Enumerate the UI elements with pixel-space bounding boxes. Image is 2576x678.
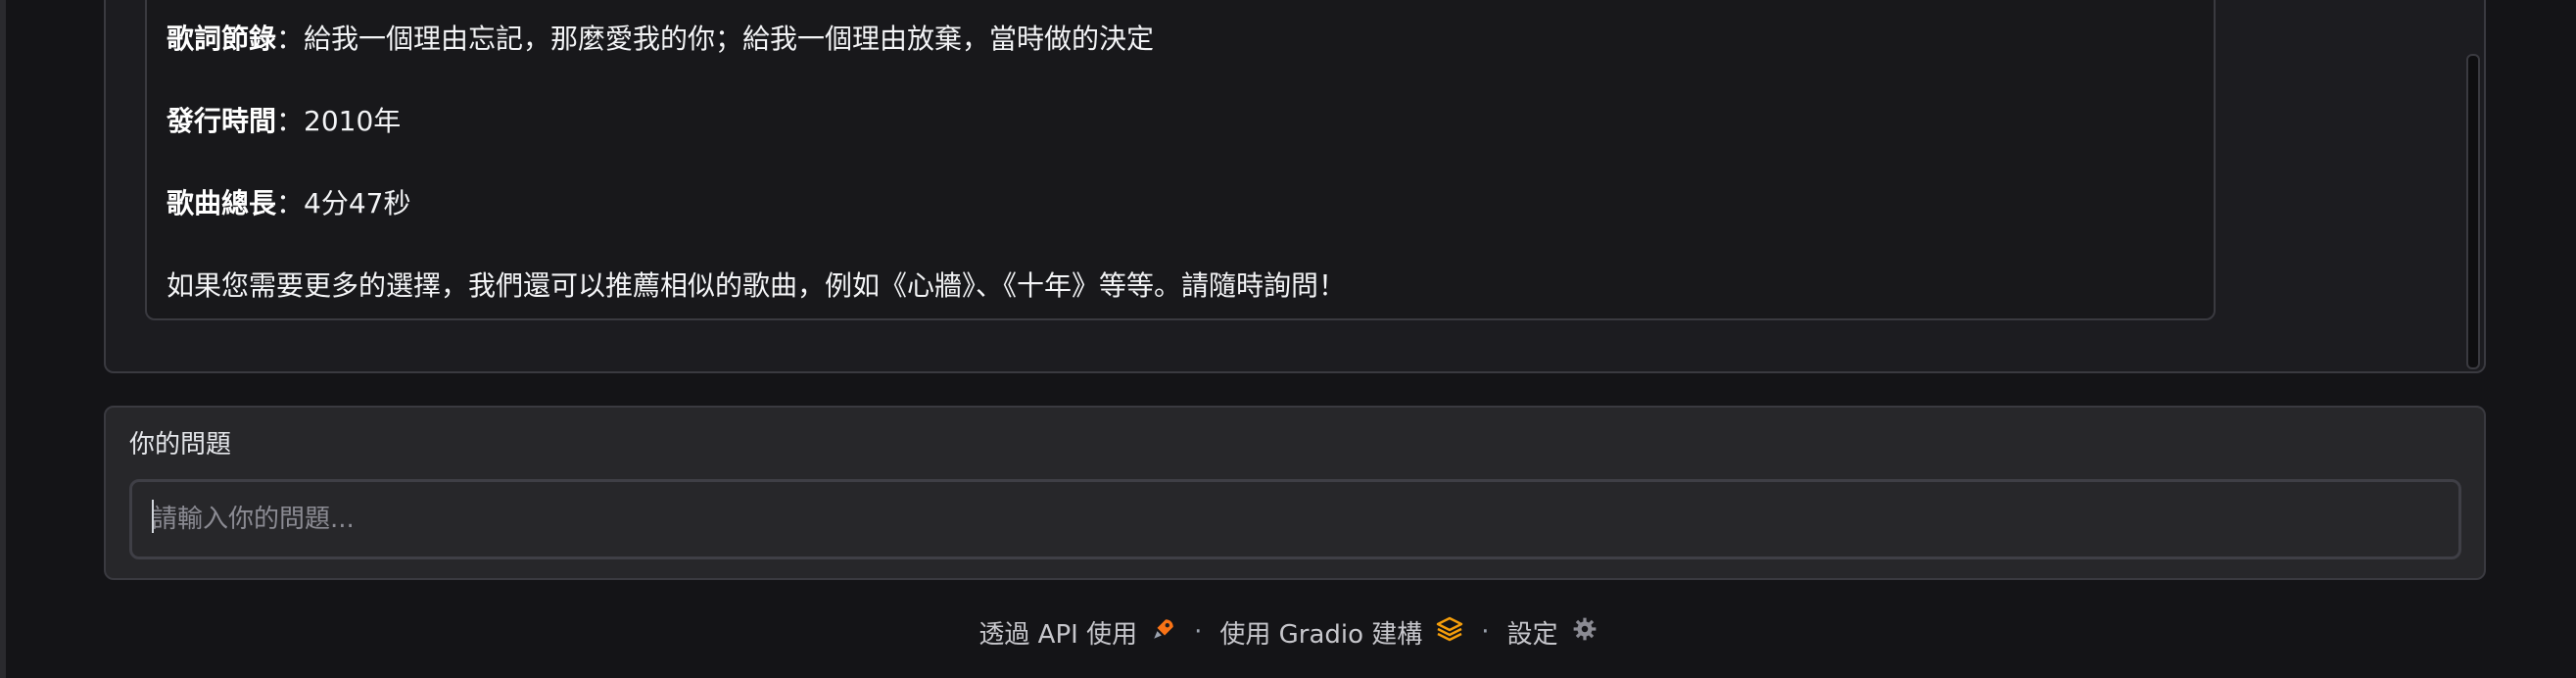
gear-icon <box>1572 616 1598 649</box>
api-link[interactable]: 透過 API 使用 <box>978 614 1176 651</box>
rocket-icon <box>1151 616 1176 649</box>
release-text: 2010年 <box>304 105 402 137</box>
gradio-logo-icon <box>1436 616 1463 649</box>
gradio-link-label: 使用 Gradio 建構 <box>1219 619 1423 650</box>
footer-separator-2: · <box>1481 617 1490 647</box>
question-input[interactable] <box>129 479 2461 559</box>
closing-line: 如果您需要更多的選擇，我們還可以推薦相似的歌曲，例如《心牆》、《十年》等等。請隨… <box>167 269 1347 302</box>
lyrics-label: 歌詞節錄 <box>167 23 277 55</box>
settings-link[interactable]: 設定 <box>1507 614 1598 651</box>
gradio-link[interactable]: 使用 Gradio 建構 <box>1219 614 1463 651</box>
lyrics-text: 給我一個理由忘記，那麼愛我的你；給我一個理由放棄，當時做的決定 <box>304 23 1155 55</box>
left-edge-bar <box>0 0 6 678</box>
settings-link-label: 設定 <box>1506 619 1558 650</box>
question-label: 你的問題 <box>129 430 232 460</box>
duration-text: 4分47秒 <box>304 187 411 219</box>
footer: 透過 API 使用 · 使用 Gradio 建構 · 設定 <box>0 609 2576 654</box>
text-caret <box>152 500 154 533</box>
chat-scrollbar[interactable] <box>2466 54 2480 369</box>
release-line: 發行時間：2010年 <box>167 102 401 141</box>
duration-sep: ： <box>276 187 305 219</box>
api-link-label: 透過 API 使用 <box>978 619 1138 650</box>
duration-label: 歌曲總長 <box>167 187 277 219</box>
lyrics-line: 歌詞節錄：給我一個理由忘記，那麼愛我的你；給我一個理由放棄，當時做的決定 <box>167 20 1154 59</box>
app-root: 歌詞節錄：給我一個理由忘記，那麼愛我的你；給我一個理由放棄，當時做的決定 發行時… <box>0 0 2576 678</box>
duration-line: 歌曲總長：4分47秒 <box>167 184 410 223</box>
lyrics-sep: ： <box>276 23 305 55</box>
footer-separator-1: · <box>1194 617 1203 647</box>
release-label: 發行時間 <box>167 105 277 137</box>
release-sep: ： <box>276 105 305 137</box>
